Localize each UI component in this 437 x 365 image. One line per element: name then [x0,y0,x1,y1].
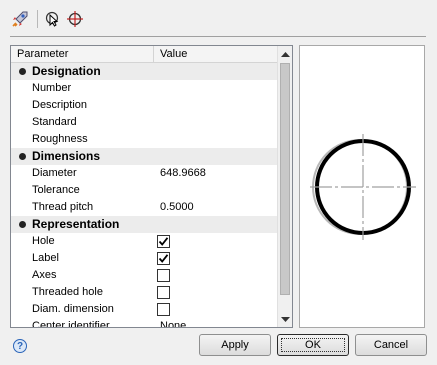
hole-preview [299,45,425,328]
property-label: Threaded hole [32,286,103,298]
property-label: Roughness [32,133,88,145]
expand-bullet-icon[interactable] [19,221,26,228]
property-row[interactable]: Number [11,80,277,97]
column-header-value[interactable]: Value [154,46,277,62]
checkmark-icon [158,237,169,246]
property-row[interactable]: Diameter 648.9668 [11,165,277,182]
category-label: Designation [32,64,101,78]
hole-checkbox[interactable] [157,235,170,248]
property-grid: Parameter Value Designation Number Descr… [10,45,293,328]
rocket-icon[interactable] [10,9,30,29]
circle-preview-icon [310,134,416,240]
property-label: Center identifier [32,320,110,328]
property-row[interactable]: Label [11,250,277,267]
property-label: Standard [32,116,77,128]
pointer-select-icon[interactable] [42,9,62,29]
scrollbar-thumb[interactable] [280,63,290,295]
crosshair-icon[interactable] [65,9,85,29]
property-row[interactable]: Diam. dimension [11,301,277,318]
cancel-button[interactable]: Cancel [355,334,427,356]
property-label: Label [32,252,59,264]
property-row[interactable]: Roughness [11,131,277,148]
toolbar [0,0,437,34]
axes-checkbox[interactable] [157,269,170,282]
category-row[interactable]: Designation [11,63,277,80]
property-row[interactable]: Axes [11,267,277,284]
ok-button[interactable]: OK [277,334,349,356]
category-row[interactable]: Representation [11,216,277,233]
property-label: Description [32,99,88,111]
category-row[interactable]: Dimensions [11,148,277,165]
property-label: Hole [32,235,55,247]
category-label: Representation [32,217,120,231]
property-value[interactable]: 0.5000 [160,199,194,216]
property-row[interactable]: Description [11,97,277,114]
property-label: Number [32,82,72,94]
grid-rows: Designation Number Description Standard … [11,63,277,328]
category-label: Dimensions [32,149,101,163]
label-checkbox[interactable] [157,252,170,265]
expand-bullet-icon[interactable] [19,153,26,160]
property-row[interactable]: Center identifier None [11,318,277,328]
property-label: Diam. dimension [32,303,114,315]
scroll-up-icon[interactable] [278,46,292,62]
property-label: Axes [32,269,57,281]
property-row[interactable]: Hole [11,233,277,250]
property-value[interactable]: None [160,318,186,327]
scroll-down-icon[interactable] [278,311,292,327]
property-value[interactable]: 648.9668 [160,165,206,182]
checkmark-icon [158,254,169,263]
apply-button[interactable]: Apply [199,334,271,356]
property-row[interactable]: Threaded hole [11,284,277,301]
grid-header: Parameter Value [11,46,277,63]
threaded-hole-checkbox[interactable] [157,286,170,299]
toolbar-divider [10,36,426,37]
property-row[interactable]: Standard [11,114,277,131]
vertical-scrollbar[interactable] [277,46,292,327]
toolbar-separator [37,10,38,28]
property-label: Tolerance [32,184,80,196]
help-icon[interactable]: ? [13,339,27,353]
property-row[interactable]: Thread pitch 0.5000 [11,199,277,216]
focus-rect [281,338,345,352]
expand-bullet-icon[interactable] [19,68,26,75]
property-label: Diameter [32,167,77,179]
property-label: Thread pitch [32,201,94,213]
diam-dimension-checkbox[interactable] [157,303,170,316]
column-header-parameter[interactable]: Parameter [11,46,154,62]
property-row[interactable]: Tolerance [11,182,277,199]
